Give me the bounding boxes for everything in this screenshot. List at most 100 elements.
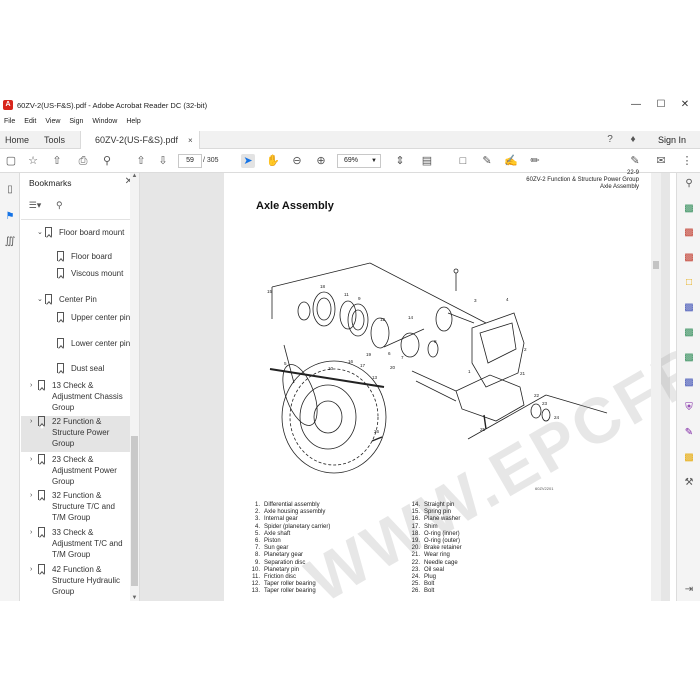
callout-number: 3 [474, 298, 477, 303]
bookmark-item[interactable]: › 23 Check & Adjustment Power Group [30, 454, 133, 489]
tab-home[interactable]: Home [5, 131, 29, 149]
email-icon[interactable]: ✉ [654, 154, 668, 168]
internal-gear [312, 291, 336, 327]
parts-list-row: 22. Needle cage [398, 560, 462, 567]
menu-sign[interactable]: Sign [69, 116, 83, 128]
menu-edit[interactable]: Edit [24, 116, 36, 128]
tab-close-button[interactable]: × [188, 136, 193, 145]
collapse-panel-icon[interactable]: ⇥ [682, 583, 696, 597]
chevron-down-icon[interactable]: ⌄ [37, 227, 43, 238]
bookmark-item[interactable]: Dust seal [57, 363, 133, 377]
find-bookmark-icon[interactable]: ⚲ [51, 198, 67, 212]
hand-tool-icon[interactable]: ✋ [266, 154, 280, 168]
organize-pages-icon[interactable]: ▩ [682, 326, 696, 340]
bookmark-label: Floor board mount [59, 228, 125, 237]
bookmark-item-selected[interactable]: › 22 Function & Structure Power Group [21, 416, 133, 452]
bookmark-item[interactable]: Floor board [57, 251, 133, 265]
previous-page-icon[interactable]: ⇧ [134, 154, 148, 168]
tab-tools[interactable]: Tools [44, 131, 65, 149]
send-for-review-icon[interactable]: ▩ [682, 451, 696, 465]
fit-page-icon[interactable]: ⇕ [393, 154, 407, 168]
export-pdf-icon[interactable]: ▩ [682, 202, 696, 216]
parts-list-right: 14. Straight pin 15. Spring pin 16. Plane was… [398, 502, 462, 596]
bookmark-item[interactable]: ⌄ Floor board mount [37, 227, 133, 251]
chevron-right-icon[interactable]: › [30, 564, 32, 575]
zoom-out-icon[interactable]: ⊖ [290, 154, 304, 168]
save-icon[interactable]: ▢ [4, 154, 18, 168]
part-name: Separation disc [264, 559, 306, 566]
zoom-search-icon[interactable]: ⚲ [682, 177, 696, 191]
highlight-pen-icon[interactable]: ✎ [480, 154, 494, 168]
zoom-in-icon[interactable]: ⊕ [314, 154, 328, 168]
bookmark-item[interactable]: › 13 Check & Adjustment Chassis Group [30, 380, 133, 415]
minimize-button[interactable]: — [624, 96, 648, 114]
callout-number: 9 [358, 296, 361, 301]
zoom-level-select[interactable]: 69% ▼ [337, 154, 381, 168]
sign-pen-icon[interactable]: ✎ [628, 154, 642, 168]
scroll-mode-icon[interactable]: ▤ [420, 154, 434, 168]
tab-document[interactable]: 60ZV-2(US-F&S).pdf × [80, 131, 200, 149]
parts-list-row: 12. Taper roller bearing [238, 581, 330, 588]
fill-sign-pen-icon[interactable]: ✎ [682, 426, 696, 440]
bookmark-options-icon[interactable]: ☰▾ [27, 198, 43, 212]
menu-help[interactable]: Help [126, 116, 140, 128]
select-cursor-icon[interactable]: ➤ [241, 154, 255, 168]
bookmark-item[interactable]: Lower center pin [57, 338, 133, 362]
scan-ocr-icon[interactable]: ▩ [682, 351, 696, 365]
scroll-up-arrow-icon[interactable]: ▲ [130, 173, 139, 179]
chevron-right-icon[interactable]: › [30, 454, 32, 465]
protect-icon[interactable]: ▩ [682, 376, 696, 390]
scroll-down-arrow-icon[interactable]: ▼ [130, 595, 139, 601]
comment-tool-icon[interactable]: □ [682, 276, 696, 290]
attachments-paperclip-icon[interactable]: ∭ [3, 235, 17, 249]
callout-number: 5 [284, 361, 287, 366]
fill-sign-icon[interactable]: ✏ [528, 154, 542, 168]
close-window-button[interactable]: ✕ [673, 96, 697, 114]
part-number: 23. [411, 566, 420, 573]
bookmark-item[interactable]: Upper center pin [57, 312, 133, 336]
upload-cloud-icon[interactable]: ⇧ [50, 154, 64, 168]
bookmark-label: Center Pin [59, 295, 97, 304]
edit-pdf-icon[interactable]: ▩ [682, 251, 696, 265]
bookmarks-panel-icon[interactable]: ⚑ [3, 210, 17, 224]
menu-window[interactable]: Window [92, 116, 117, 128]
document-scroll-thumb[interactable] [653, 261, 659, 269]
more-tools-wrench-icon[interactable]: ⚒ [682, 476, 696, 490]
more-tools-icon[interactable]: ⋮ [680, 154, 694, 168]
draw-freeform-icon[interactable]: ✍ [504, 154, 518, 168]
parts-list-row: 5. Axle shaft [238, 531, 330, 538]
bookmarks-scrollbar[interactable]: ▲ ▼ [130, 173, 139, 601]
shield-icon[interactable]: ⛨ [682, 401, 696, 415]
bookmark-item[interactable]: Viscous mount [57, 268, 133, 292]
document-scrollbar[interactable] [651, 173, 661, 601]
create-pdf-icon[interactable]: ▩ [682, 226, 696, 240]
bookmark-item[interactable]: › 32 Function & Structure T/C and T/M Gro… [30, 490, 133, 525]
search-icon[interactable]: ⚲ [100, 154, 114, 168]
menu-view[interactable]: View [45, 116, 60, 128]
part-number: 14. [411, 502, 420, 508]
chevron-right-icon[interactable]: › [30, 416, 32, 427]
notification-bell-icon[interactable]: ♦ [627, 134, 639, 146]
page-number-input[interactable]: 59 [178, 154, 202, 168]
menu-file[interactable]: File [4, 116, 15, 128]
sign-in-button[interactable]: Sign In [658, 131, 686, 149]
bookmark-item[interactable]: › 33 Check & Adjustment T/C and T/M Group [30, 527, 133, 562]
combine-files-icon[interactable]: ▩ [682, 301, 696, 315]
chevron-right-icon[interactable]: › [30, 490, 32, 501]
bookmark-item[interactable]: ⌄ Center Pin [37, 294, 133, 308]
maximize-button[interactable]: ☐ [649, 96, 673, 114]
bookmark-icon [57, 312, 64, 322]
print-icon[interactable]: ⎙ [76, 154, 90, 168]
part-number: 8. [254, 552, 260, 559]
comment-icon[interactable]: □ [456, 154, 470, 168]
planetary-carrier [400, 332, 420, 358]
star-bookmark-icon[interactable]: ☆ [26, 154, 40, 168]
bookmark-item[interactable]: › 42 Function & Structure Hydraulic Group [30, 564, 133, 600]
help-icon[interactable]: ? [604, 134, 616, 146]
page-thumbnails-icon[interactable]: ▯ [3, 183, 17, 197]
chevron-right-icon[interactable]: › [30, 380, 32, 391]
chevron-down-icon[interactable]: ⌄ [37, 294, 43, 305]
bookmarks-scroll-thumb[interactable] [131, 436, 138, 586]
next-page-icon[interactable]: ⇩ [156, 154, 170, 168]
chevron-right-icon[interactable]: › [30, 527, 32, 538]
